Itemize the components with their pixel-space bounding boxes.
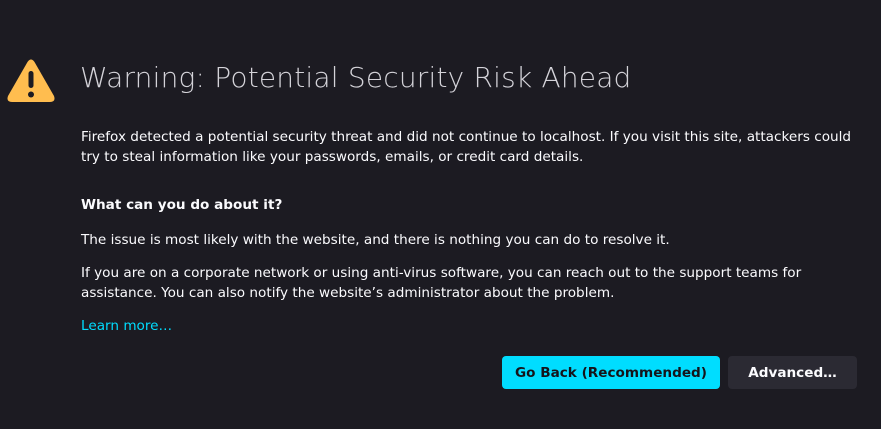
issue-description: The issue is most likely with the websit… [81,232,670,248]
warning-triangle-icon [7,59,55,102]
learn-more-link[interactable]: Learn more… [81,316,172,336]
corporate-network-description: If you are on a corporate network or usi… [81,265,802,301]
page-title: Warning: Potential Security Risk Ahead [80,61,632,94]
what-can-you-do-heading: What can you do about it? [81,197,283,213]
go-back-button[interactable]: Go Back (Recommended) [502,356,720,389]
error-page: Warning: Potential Security Risk Ahead F… [0,0,881,429]
advanced-button[interactable]: Advanced… [728,356,857,389]
intro-description: Firefox detected a potential security th… [81,129,852,165]
